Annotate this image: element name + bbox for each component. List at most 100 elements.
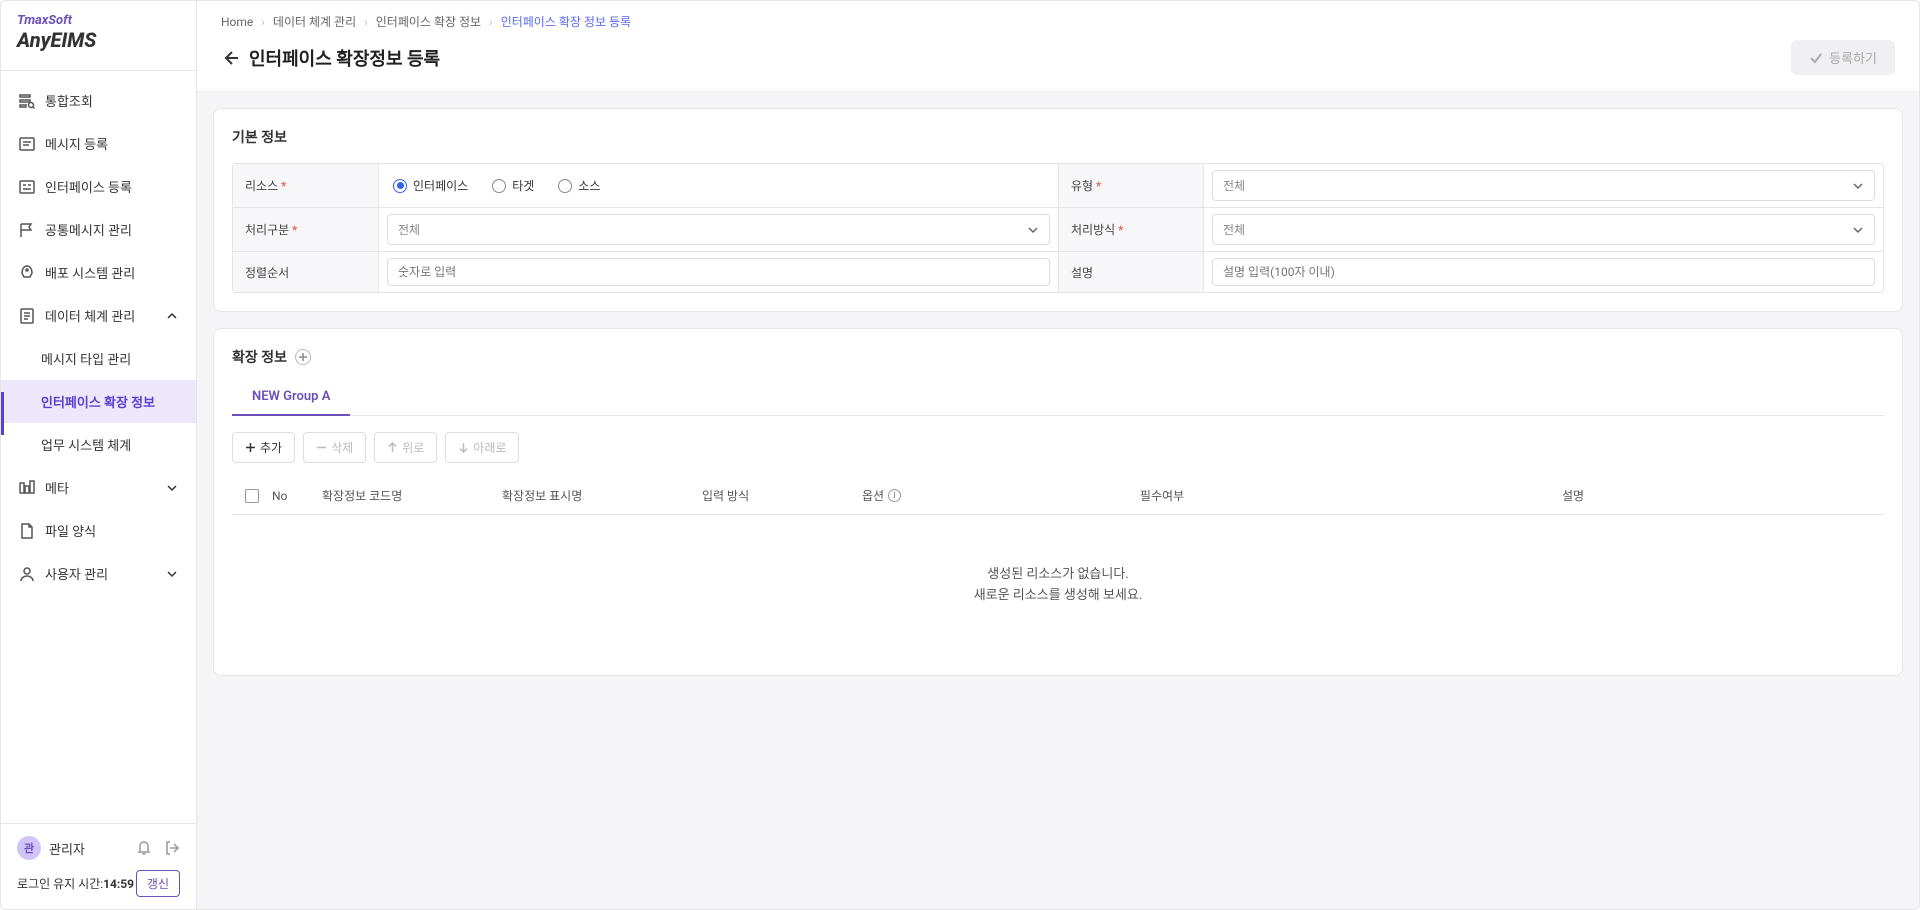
nav-item-common-message[interactable]: 공통메시지 관리 (1, 208, 196, 251)
bell-icon[interactable] (136, 840, 152, 856)
col-code: 확장정보 코드명 (322, 487, 502, 504)
nav-label: 공통메시지 관리 (45, 220, 132, 239)
logo-title: AnyEIMS (17, 28, 180, 52)
crumb-data-system[interactable]: 데이터 체계 관리 (273, 13, 356, 30)
refresh-button[interactable]: 갱신 (136, 870, 180, 897)
nav-label: 메시지 등록 (45, 134, 108, 153)
nav-item-file-format[interactable]: 파일 양식 (1, 509, 196, 552)
back-icon[interactable] (221, 49, 239, 67)
file-icon (19, 523, 35, 539)
resource-value: 인터페이스 타겟 소스 (378, 164, 1058, 208)
nav: 통합조회 메시지 등록 인터페이스 등록 공통메시지 관리 (1, 71, 196, 823)
interface-icon (19, 179, 35, 195)
tabs: NEW Group A (232, 379, 1884, 416)
proc-class-select[interactable]: 전체 (387, 214, 1050, 245)
ext-info-title: 확장 정보 (232, 347, 287, 367)
col-input: 입력 방식 (702, 487, 862, 504)
col-required: 필수여부 (1062, 487, 1262, 504)
nav-label: 사용자 관리 (45, 564, 108, 583)
radio-target[interactable]: 타겟 (492, 177, 534, 194)
up-button[interactable]: 위로 (374, 432, 437, 463)
form-table: 리소스* 인터페이스 타겟 (232, 163, 1884, 293)
type-label: 유형* (1058, 164, 1203, 208)
avatar[interactable]: 관 (17, 836, 41, 860)
nav-item-meta[interactable]: 메타 (1, 466, 196, 509)
proc-method-select[interactable]: 전체 (1212, 214, 1875, 245)
crumb-interface-ext[interactable]: 인터페이스 확장 정보 (376, 13, 481, 30)
breadcrumb-sep: › (489, 15, 493, 29)
user-icon (19, 566, 35, 582)
proc-class-label: 처리구분* (233, 208, 378, 252)
main-content: Home › 데이터 체계 관리 › 인터페이스 확장 정보 › 인터페이스 확… (197, 1, 1919, 909)
delete-button[interactable]: 삭제 (303, 432, 366, 463)
main-header: Home › 데이터 체계 관리 › 인터페이스 확장 정보 › 인터페이스 확… (197, 1, 1919, 92)
chevron-down-icon (1027, 224, 1039, 236)
crumb-current: 인터페이스 확장 정보 등록 (501, 13, 631, 30)
session-text: 로그인 유지 시간:14:59 (17, 875, 134, 892)
basic-info-title: 기본 정보 (232, 127, 1884, 147)
nav-sub-label: 메시지 타입 관리 (41, 353, 131, 368)
page-title: 인터페이스 확장정보 등록 (249, 45, 440, 71)
nav-item-search[interactable]: 통합조회 (1, 79, 196, 122)
chevron-up-icon (166, 310, 178, 322)
nav-item-deploy[interactable]: 배포 시스템 관리 (1, 251, 196, 294)
logo-area: TmaxSoft AnyEIMS (1, 1, 196, 71)
nav-sub-label: 업무 시스템 체계 (41, 439, 131, 454)
sidebar-footer: 관 관리자 로그인 유지 시간:14:59 갱신 (1, 823, 196, 909)
nav-item-user-mgmt[interactable]: 사용자 관리 (1, 552, 196, 595)
document-icon (19, 308, 35, 324)
crumb-home[interactable]: Home (221, 15, 253, 29)
breadcrumb-sep: › (261, 15, 265, 29)
type-select[interactable]: 전체 (1212, 170, 1875, 201)
nav-item-data-system[interactable]: 데이터 체계 관리 (1, 294, 196, 337)
ext-info-card: 확장 정보 NEW Group A 추가 (213, 328, 1903, 676)
order-label: 정렬순서 (233, 252, 378, 292)
main-body: 기본 정보 리소스* 인터페이스 (197, 92, 1919, 909)
col-display: 확장정보 표시명 (502, 487, 702, 504)
desc-label: 설명 (1058, 252, 1203, 292)
nav-label: 메타 (45, 478, 69, 497)
radio-icon (558, 179, 572, 193)
radio-interface[interactable]: 인터페이스 (393, 177, 468, 194)
table-head: No 확장정보 코드명 확장정보 표시명 입력 방식 옵션 i 필수여부 설명 (232, 477, 1884, 515)
empty-state: 생성된 리소스가 없습니다. 새로운 리소스를 생성해 보세요. (232, 515, 1884, 657)
meta-icon (19, 480, 35, 496)
data-table: No 확장정보 코드명 확장정보 표시명 입력 방식 옵션 i 필수여부 설명 … (232, 477, 1884, 657)
sidebar: TmaxSoft AnyEIMS 통합조회 메시지 등록 인터페이 (1, 1, 197, 909)
chevron-down-icon (166, 482, 178, 494)
search-list-icon (19, 93, 35, 109)
empty-line-2: 새로운 리소스를 생성해 보세요. (232, 586, 1884, 607)
order-input[interactable] (387, 258, 1050, 286)
select-all-checkbox[interactable] (245, 489, 259, 503)
nav-label: 통합조회 (45, 91, 93, 110)
nav-label: 인터페이스 등록 (45, 177, 132, 196)
tab-new-group-a[interactable]: NEW Group A (232, 379, 350, 416)
nav-sub-interface-ext[interactable]: 인터페이스 확장 정보 (1, 380, 196, 423)
desc-input[interactable] (1212, 258, 1875, 286)
register-button[interactable]: 등록하기 (1791, 40, 1895, 75)
add-group-button[interactable] (295, 349, 311, 365)
radio-source[interactable]: 소스 (558, 177, 600, 194)
nav-item-interface[interactable]: 인터페이스 등록 (1, 165, 196, 208)
logout-icon[interactable] (164, 840, 180, 856)
flag-icon (19, 222, 35, 238)
plus-icon (245, 442, 256, 453)
logo-brand: TmaxSoft (17, 13, 180, 28)
nav-sub-message-type[interactable]: 메시지 타입 관리 (1, 337, 196, 380)
radio-icon (393, 179, 407, 193)
info-icon[interactable]: i (888, 489, 901, 502)
nav-label: 데이터 체계 관리 (45, 306, 135, 325)
chevron-down-icon (166, 568, 178, 580)
nav-sub-business-system[interactable]: 업무 시스템 체계 (1, 423, 196, 466)
add-button[interactable]: 추가 (232, 432, 295, 463)
arrow-down-icon (458, 442, 469, 453)
radio-icon (492, 179, 506, 193)
rocket-icon (19, 265, 35, 281)
nav-label: 파일 양식 (45, 521, 96, 540)
nav-item-message[interactable]: 메시지 등록 (1, 122, 196, 165)
down-button[interactable]: 아래로 (445, 432, 519, 463)
message-icon (19, 136, 35, 152)
minus-icon (316, 442, 327, 453)
chevron-down-icon (1852, 180, 1864, 192)
nav-label: 배포 시스템 관리 (45, 263, 135, 282)
